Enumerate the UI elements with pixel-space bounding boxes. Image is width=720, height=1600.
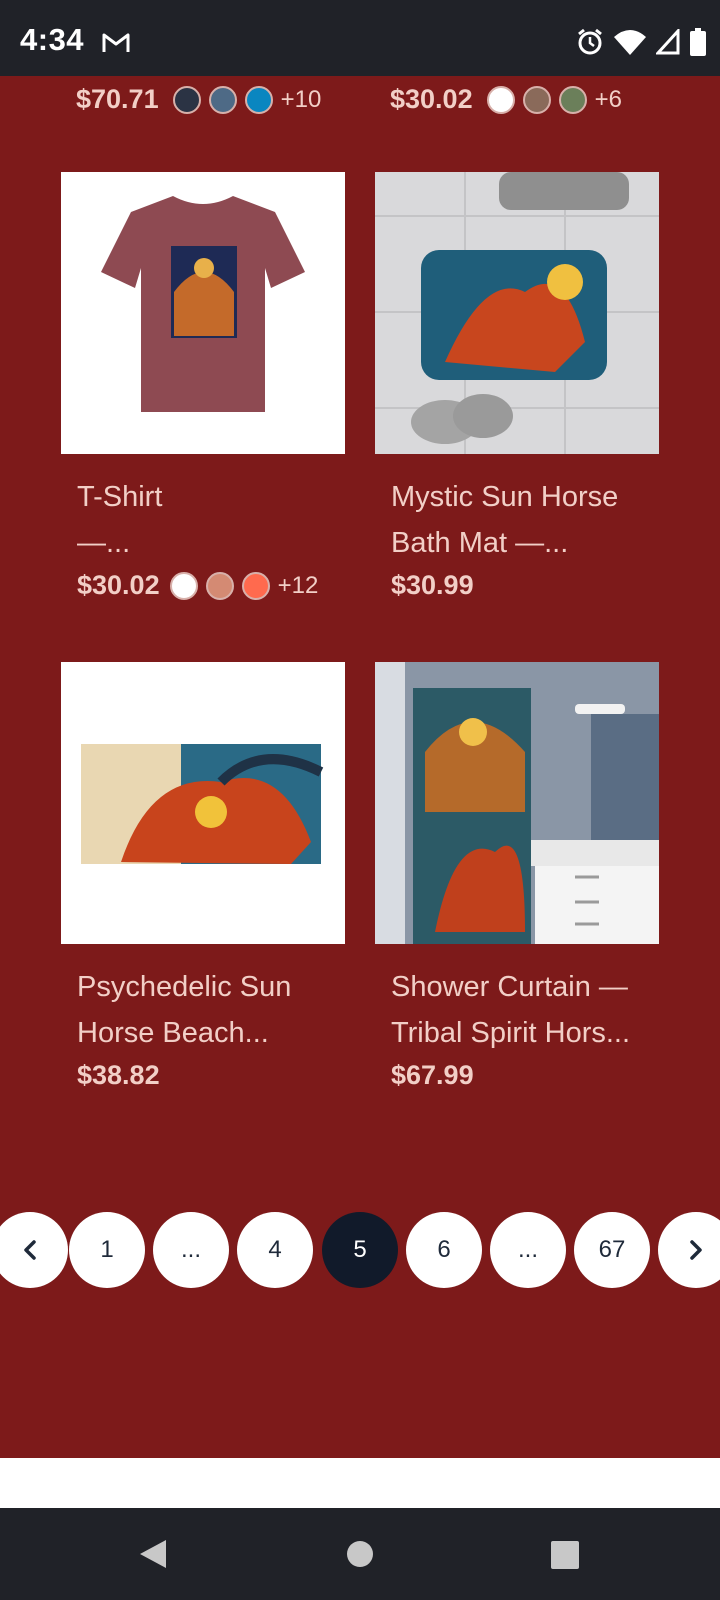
color-swatch[interactable]: [522, 85, 551, 114]
more-colors-count: +6: [594, 85, 622, 113]
product-price: $30.02: [77, 570, 160, 600]
product-card-beach-towel[interactable]: Psychedelic Sun Horse Beach... $38.82: [61, 662, 345, 1091]
gmail-icon: [102, 33, 130, 52]
color-swatch[interactable]: [558, 85, 587, 114]
product-price-row[interactable]: $30.99: [391, 570, 659, 601]
prev-page-button[interactable]: [0, 1212, 68, 1288]
chevron-left-icon: [24, 1240, 36, 1260]
wifi-icon: [614, 30, 646, 55]
product-price: $38.82: [77, 1060, 160, 1090]
more-colors-count: +10: [280, 85, 322, 113]
home-icon[interactable]: [346, 1540, 374, 1568]
product-card-tshirt[interactable]: T-Shirt —... $30.02 +12: [61, 172, 345, 601]
status-bar: 4:34: [0, 0, 720, 76]
page-button-5-current[interactable]: 5: [322, 1212, 398, 1288]
product-title-line: Psychedelic Sun: [77, 971, 292, 1003]
tshirt-image: [101, 196, 305, 412]
color-swatch[interactable]: [244, 85, 273, 114]
product-card-shower-curtain[interactable]: Shower Curtain — Tribal Spirit Hors... $…: [375, 662, 659, 1091]
product-price-row[interactable]: $30.02 +6: [390, 84, 622, 115]
product-price-row[interactable]: $38.82: [77, 1060, 345, 1091]
color-swatch[interactable]: [169, 571, 198, 600]
product-card-bath-mat[interactable]: Mystic Sun Horse Bath Mat —... $30.99: [375, 172, 659, 601]
alarm-icon: [578, 28, 602, 55]
system-nav-bar: [0, 1508, 720, 1600]
product-title[interactable]: Psychedelic Sun Horse Beach...: [77, 964, 337, 1056]
status-time: 4:34: [20, 22, 85, 57]
color-swatch[interactable]: [486, 85, 515, 114]
pagination: 1 ... 4 5 6 ... 67: [0, 1212, 720, 1288]
shower-curtain-image: [375, 662, 659, 944]
product-title-line: Mystic Sun Horse: [391, 481, 619, 513]
product-title-line: Horse Beach...: [77, 1017, 269, 1049]
color-swatch[interactable]: [172, 85, 201, 114]
page-button-1[interactable]: 1: [69, 1212, 145, 1288]
product-title-line: T-Shirt: [77, 481, 163, 513]
product-price: $30.02: [390, 84, 473, 114]
color-swatch[interactable]: [208, 85, 237, 114]
product-price: $67.99: [391, 1060, 474, 1090]
product-title-line: Tribal Spirit Hors...: [391, 1017, 631, 1049]
signal-icon: [656, 29, 680, 55]
back-icon[interactable]: [138, 1538, 168, 1570]
chevron-right-icon: [690, 1240, 702, 1260]
product-image-tshirt[interactable]: [61, 172, 345, 454]
product-title[interactable]: T-Shirt —...: [77, 474, 337, 566]
product-price-row[interactable]: $70.71 +10: [76, 84, 321, 115]
recents-icon[interactable]: [550, 1540, 580, 1570]
color-swatch[interactable]: [205, 571, 234, 600]
page-ellipsis[interactable]: ...: [490, 1212, 566, 1288]
page-button-6[interactable]: 6: [406, 1212, 482, 1288]
more-colors-count: +12: [277, 571, 319, 599]
footer-strip: [0, 1458, 720, 1508]
product-grid-page: $70.71 +10 $30.02 +6 T-Shirt —... $30.02: [0, 76, 720, 1458]
product-title[interactable]: Shower Curtain — Tribal Spirit Hors...: [391, 964, 651, 1056]
page-button-4[interactable]: 4: [237, 1212, 313, 1288]
product-price-row[interactable]: $30.02 +12: [77, 570, 345, 601]
product-title-line: Shower Curtain —: [391, 971, 628, 1003]
product-title[interactable]: Mystic Sun Horse Bath Mat —...: [391, 474, 651, 566]
product-title-line: —...: [77, 527, 131, 559]
product-image-beach-towel[interactable]: [61, 662, 345, 944]
color-swatch[interactable]: [241, 571, 270, 600]
product-price-row[interactable]: $67.99: [391, 1060, 659, 1091]
next-page-button[interactable]: [658, 1212, 720, 1288]
product-price: $70.71: [76, 84, 159, 114]
product-title-line: Bath Mat —...: [391, 527, 569, 559]
page-button-67[interactable]: 67: [574, 1212, 650, 1288]
product-image-bath-mat[interactable]: [375, 172, 659, 454]
battery-icon: [690, 28, 706, 56]
product-price: $30.99: [391, 570, 474, 600]
page-ellipsis[interactable]: ...: [153, 1212, 229, 1288]
bath-mat-image: [375, 172, 659, 454]
product-image-shower-curtain[interactable]: [375, 662, 659, 944]
beach-towel-image: [81, 744, 324, 864]
